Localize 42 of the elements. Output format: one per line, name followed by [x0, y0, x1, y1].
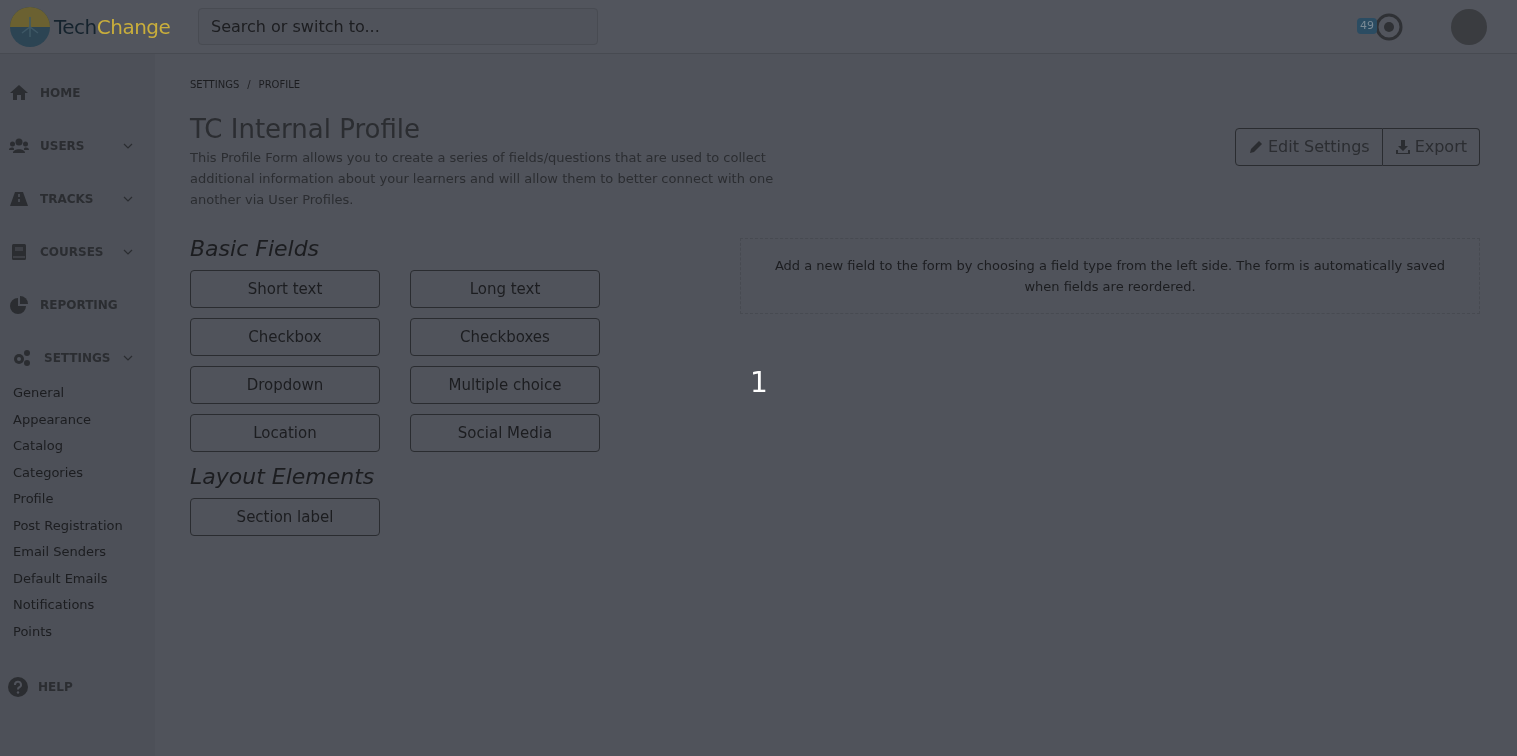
hint-text: Add a new field to the form by choosing a field type from the left side. The form is automatically saved when fields are reordered. [773, 257, 1447, 296]
step-counter: 1 [750, 365, 768, 401]
logo-text: Tech [54, 14, 97, 39]
field-type-button[interactable]: Short text [190, 270, 380, 308]
breadcrumb-link[interactable]: PROFILE [258, 76, 301, 92]
submenu-link[interactable]: Appearance [13, 406, 155, 433]
field-type-button[interactable]: Checkboxes [410, 318, 600, 356]
field-type-button[interactable]: Long text [410, 270, 600, 308]
record-icon[interactable] [1375, 12, 1403, 41]
field-type-button[interactable]: Social Media [410, 414, 600, 452]
field-type-button[interactable]: Section label [190, 498, 380, 536]
submenu-link[interactable]: Default Emails [13, 565, 155, 592]
field-type-button[interactable]: Dropdown [190, 366, 380, 404]
avatar[interactable] [1451, 8, 1487, 45]
pencil-icon [1247, 139, 1264, 155]
pie-chart-icon [8, 294, 30, 315]
chevron-icon[interactable] [123, 194, 133, 203]
notification-badge: 49 [1357, 17, 1377, 34]
section-heading: Basic Fields [190, 235, 321, 263]
logo-icon [10, 6, 50, 47]
download-icon [1394, 139, 1411, 155]
submenu-link[interactable]: Points [13, 618, 155, 645]
submenu-link[interactable]: Email Senders [13, 539, 155, 566]
breadcrumb-link[interactable]: SETTINGS [190, 76, 240, 92]
chevron-icon[interactable] [123, 141, 133, 150]
field-type-button[interactable]: Location [190, 414, 380, 452]
submenu-link[interactable]: Notifications [13, 592, 155, 619]
field-type-button[interactable]: Checkbox [190, 318, 380, 356]
breadcrumb-separator: / [247, 77, 251, 92]
chevron-icon[interactable] [123, 353, 133, 362]
search-field[interactable]: Search or switch to... [198, 8, 598, 45]
logo-text: Change [96, 14, 171, 39]
section-heading: Layout Elements [190, 463, 376, 491]
home-icon [8, 82, 30, 103]
help-icon [8, 677, 28, 697]
submenu-link[interactable]: Catalog [13, 433, 155, 460]
submenu-link[interactable]: Profile [13, 486, 155, 513]
submenu-link[interactable]: Post Registration [13, 512, 155, 539]
chevron-icon[interactable] [123, 247, 133, 256]
submenu-link[interactable]: General [13, 380, 155, 407]
submenu-link[interactable]: Categories [13, 459, 155, 486]
field-type-button[interactable]: Multiple choice [410, 366, 600, 404]
